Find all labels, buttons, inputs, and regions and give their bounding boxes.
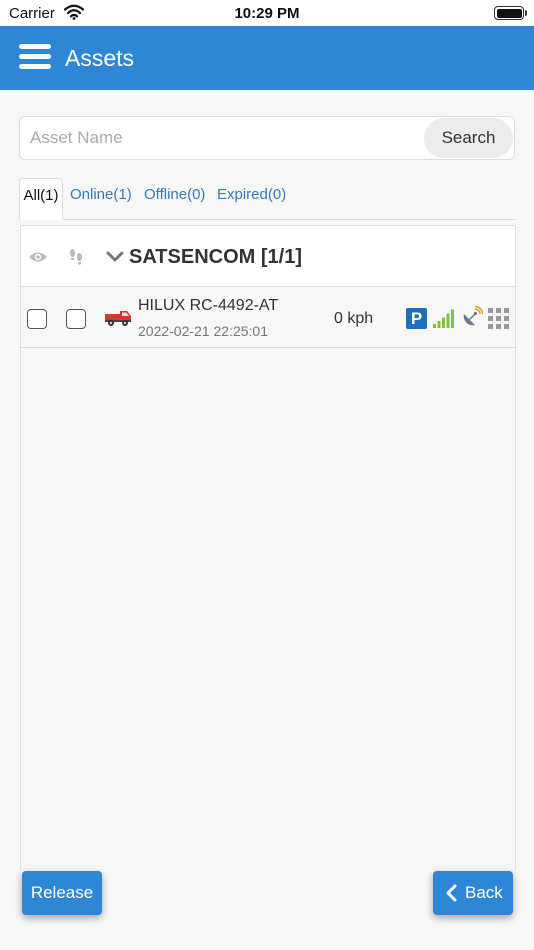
asset-name-search-input[interactable] — [20, 117, 420, 159]
truck-icon — [105, 311, 131, 326]
app-header: Assets — [0, 26, 534, 90]
tab-offline[interactable]: Offline(0) — [144, 178, 205, 220]
release-button[interactable]: Release — [22, 871, 102, 915]
status-time: 10:29 PM — [234, 5, 300, 22]
asset-name: HILUX RC-4492-AT — [138, 297, 279, 314]
asset-speed: 0 kph — [334, 310, 374, 327]
satellite-dish-icon — [463, 306, 483, 326]
search-box: Search — [19, 116, 515, 160]
tab-all[interactable]: All(1) — [19, 178, 63, 220]
tab-expired[interactable]: Expired(0) — [217, 178, 286, 220]
group-header[interactable]: SATSENCOM [1/1] — [21, 226, 515, 287]
asset-row[interactable]: HILUX RC-4492-AT 2022-02-21 22:25:01 0 k… — [21, 288, 515, 348]
signal-strength-icon — [433, 309, 454, 328]
page-title: Assets — [65, 45, 135, 71]
grid-menu-icon[interactable] — [488, 308, 510, 330]
chevron-down-icon[interactable] — [106, 251, 124, 263]
track-checkbox[interactable] — [66, 309, 86, 329]
visibility-checkbox[interactable] — [27, 309, 47, 329]
back-button[interactable]: Back — [433, 871, 513, 915]
filter-tabs: All(1) Online(1) Offline(0) Expired(0) — [19, 178, 515, 220]
group-title: SATSENCOM [1/1] — [129, 246, 302, 268]
footprints-icon[interactable] — [68, 248, 84, 266]
hamburger-menu-icon[interactable] — [19, 44, 51, 70]
battery-icon — [494, 6, 524, 20]
eye-icon[interactable] — [28, 251, 48, 263]
back-label: Back — [465, 883, 503, 902]
parking-icon: P — [406, 308, 427, 329]
status-bar: Carrier 10:29 PM — [0, 0, 534, 26]
asset-timestamp: 2022-02-21 22:25:01 — [138, 323, 268, 339]
chevron-left-icon — [446, 884, 457, 902]
search-button[interactable]: Search — [424, 118, 513, 158]
tab-online[interactable]: Online(1) — [70, 178, 132, 220]
asset-list-panel: SATSENCOM [1/1] HILUX RC-4492-AT 2022-02… — [20, 225, 516, 870]
